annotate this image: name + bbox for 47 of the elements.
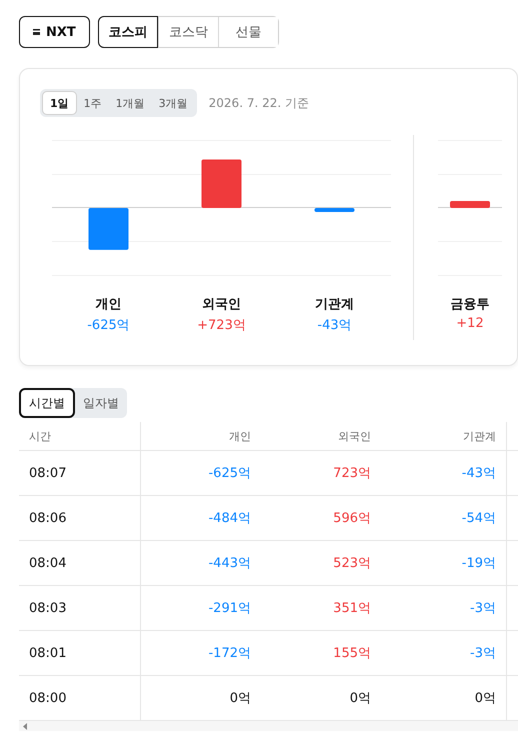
market-tab[interactable]: 코스피: [98, 16, 158, 48]
table-cell: -54억: [381, 496, 506, 540]
investor-name: 외국인: [202, 296, 241, 313]
time-cell: 08:03: [19, 586, 140, 630]
net-amount: -43억: [317, 317, 352, 334]
table-cell: -43억: [381, 450, 506, 496]
table-cell: 523억: [261, 540, 381, 586]
table-cell: -3억: [381, 630, 506, 676]
time-cell: 08:06: [19, 496, 140, 540]
investor-name: 개인: [96, 296, 122, 313]
net-amount: +12: [456, 316, 484, 331]
period-tab[interactable]: 3개월: [152, 91, 195, 115]
nxt-button[interactable]: NXT: [19, 16, 90, 48]
table-cell: 596억: [261, 496, 381, 540]
scroll-left-icon[interactable]: [23, 722, 28, 730]
period-tab[interactable]: 1주: [76, 91, 109, 115]
column-header: 기관계: [381, 422, 506, 450]
table-cell: -443억: [140, 540, 261, 586]
table-cell: -172억: [140, 630, 261, 676]
column-header: 외국인: [261, 422, 381, 450]
period-tab[interactable]: 1일: [42, 91, 77, 115]
time-cell: 08:04: [19, 540, 140, 586]
date-label: 2026. 7. 22. 기준: [208, 94, 309, 112]
table-cell: -484억: [140, 496, 261, 540]
market-icon: [33, 29, 40, 35]
column-header: 시간: [19, 422, 140, 450]
net-amount: -625억: [87, 317, 130, 334]
table-cell: -625억: [140, 450, 261, 496]
table-cell: 155억: [261, 630, 381, 676]
bar: [314, 208, 354, 212]
bar: [88, 208, 128, 250]
view-tab[interactable]: 시간별: [19, 388, 75, 418]
table-cell: 723억: [261, 450, 381, 496]
time-cell: 08:07: [19, 450, 140, 496]
view-tab[interactable]: 일자별: [75, 388, 127, 418]
period-tab[interactable]: 1개월: [108, 91, 152, 115]
bar: [202, 160, 242, 208]
table-cell: -291억: [140, 586, 261, 630]
investor-name: 기관계: [315, 296, 354, 313]
table-cell: -19억: [381, 540, 506, 586]
time-cell: 08:01: [19, 630, 140, 676]
column-header: 개인: [140, 422, 261, 450]
market-tab[interactable]: 선물: [218, 17, 278, 47]
table-cell: -3억: [381, 586, 506, 630]
table-cell: 351억: [261, 586, 381, 630]
net-amount: +723억: [197, 317, 246, 334]
investor-name: 금융투: [450, 296, 490, 313]
